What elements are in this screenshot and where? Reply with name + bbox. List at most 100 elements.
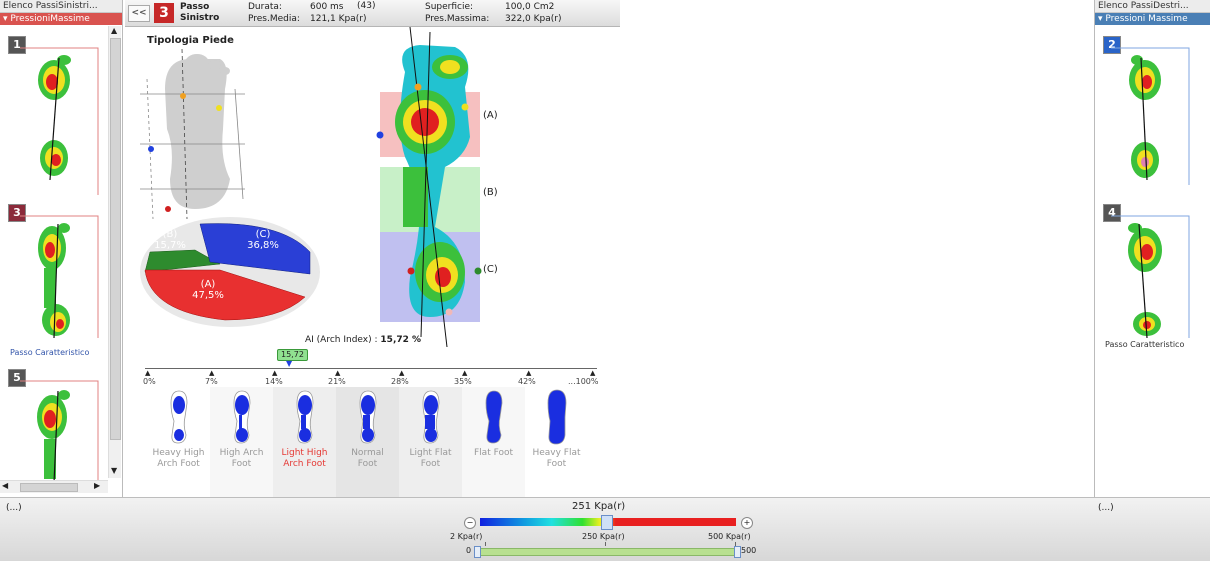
current-pressure-value: 251 Kpa(r)	[572, 501, 626, 512]
foot-type-icon	[547, 389, 567, 445]
scrollbar-thumb[interactable]	[20, 483, 78, 492]
foot-type-label-selected: Light High Arch Foot	[273, 448, 336, 470]
scroll-down-icon[interactable]: ▼	[111, 466, 117, 475]
foot-type-heavy-high-arch[interactable]: Heavy High Arch Foot	[147, 387, 210, 497]
scale-min-label: 2 Kpa(r)	[450, 532, 483, 541]
foot-type-icon	[359, 390, 377, 444]
right-step-item-2[interactable]: 2	[1099, 34, 1199, 194]
superficie-value: 100,0 Cm2	[505, 2, 555, 12]
left-horizontal-scrollbar[interactable]: ◀ ▶	[0, 480, 108, 493]
characteristic-step-label: Passo Caratteristico	[10, 348, 90, 357]
foot-type-light-high-arch[interactable]: Light High Arch Foot	[273, 387, 336, 497]
scale-label: 7%	[205, 377, 218, 386]
left-vertical-scrollbar[interactable]: ▲ ▼	[108, 26, 121, 478]
right-panel-subtitle-text: Pressioni Massime	[1105, 14, 1188, 24]
right-step-item-4[interactable]: 4 Passo Caratteristico	[1099, 202, 1209, 362]
main-analysis-area: Tipologia Piede (B) 15,7% (C) 36,8% (A) …	[125, 27, 620, 497]
left-more-dots[interactable]: (...)	[6, 503, 22, 513]
scale-mid-label: 250 Kpa(r)	[582, 532, 625, 541]
scale-max-label: 500 Kpa(r)	[708, 532, 751, 541]
scale-label: 35%	[454, 377, 472, 386]
zone-label-a: (A)	[483, 110, 498, 121]
pie-label-c-value: 36,8%	[247, 240, 279, 251]
foot-type-light-flat[interactable]: Light Flat Foot	[399, 387, 462, 497]
foot-type-label: Heavy High Arch Foot	[147, 448, 210, 470]
scale-label: 14%	[265, 377, 283, 386]
footprint-thumbnail	[20, 215, 99, 339]
scale-tick: ▲	[590, 369, 596, 377]
range-slider-left-handle[interactable]	[474, 546, 481, 558]
scroll-left-icon[interactable]: ◀	[2, 481, 8, 490]
left-panel-title[interactable]: Elenco PassiSinistri...	[0, 0, 122, 13]
scale-label: 0%	[143, 377, 156, 386]
scale-tick: ▲	[145, 369, 151, 377]
scale-tick: ▲	[209, 369, 215, 377]
foot-type-heavy-flat[interactable]: Heavy Flat Foot	[525, 387, 588, 497]
foot-type-line1: Heavy High	[152, 448, 205, 458]
range-min-label: 0	[466, 546, 472, 555]
foot-type-label: Light Flat Foot	[399, 448, 462, 470]
foot-type-icon	[296, 390, 314, 444]
foot-type-high-arch[interactable]: High Arch Foot	[210, 387, 273, 497]
pie-label-b-value: 15,7%	[154, 240, 186, 251]
foot-type-icon	[422, 390, 440, 444]
left-panel-subtitle[interactable]: ▾ PressioniMassime	[0, 13, 122, 25]
left-step-item-3[interactable]: 3 Passo Caratteristico	[4, 202, 104, 362]
left-step-item-5[interactable]: 5	[4, 367, 104, 482]
zone-label-c: (C)	[483, 264, 498, 275]
foot-type-label: High Arch Foot	[210, 448, 273, 470]
step-header: << 3 Passo Sinistro Durata: 600 ms (43) …	[125, 0, 620, 27]
footprint-thumbnail	[20, 47, 99, 195]
right-more-dots[interactable]: (...)	[1098, 503, 1114, 513]
foot-type-line2: Foot	[231, 459, 252, 469]
foot-typology-diagram	[140, 49, 245, 219]
right-panel-title[interactable]: Elenco PassiDestri...	[1095, 0, 1210, 13]
arch-index-value: 15,72 %	[380, 335, 422, 345]
step-name-line1: Passo	[180, 2, 210, 12]
foot-type-flat[interactable]: Flat Foot	[462, 387, 525, 497]
foot-type-normal[interactable]: Normal Foot	[336, 387, 399, 497]
scale-label: ...100%	[568, 377, 599, 386]
scale-label: 28%	[391, 377, 409, 386]
scale-tick	[605, 542, 606, 546]
scale-tick: ▲	[462, 369, 468, 377]
characteristic-step-label: Passo Caratteristico	[1105, 340, 1185, 349]
range-max-label: 500	[741, 546, 757, 555]
minus-icon: −	[466, 518, 474, 527]
foot-type-line1: Heavy Flat	[532, 448, 581, 458]
pie-label-a: (A) 47,5%	[183, 279, 233, 301]
range-slider-right-handle[interactable]	[734, 546, 741, 558]
zoom-in-button[interactable]: +	[741, 517, 753, 529]
scale-label: 42%	[518, 377, 536, 386]
zone-label-b: (B)	[483, 187, 498, 198]
superficie-label: Superficie:	[425, 2, 474, 12]
left-panel: Elenco PassiSinistri... ▾ PressioniMassi…	[0, 0, 123, 497]
arch-index-slider-thumb[interactable]: 15,72	[277, 349, 308, 361]
arch-index-label: AI (Arch Index) :	[305, 335, 378, 345]
pres-media-label: Pres.Media:	[248, 14, 300, 24]
pres-massima-label: Pres.Massima:	[425, 14, 490, 24]
scale-tick: ▲	[399, 369, 405, 377]
arch-index: AI (Arch Index) : 15,72 %	[305, 335, 421, 345]
zoom-out-button[interactable]: −	[464, 517, 476, 529]
range-slider-track[interactable]	[477, 548, 739, 556]
left-step-item-1[interactable]: 1	[4, 34, 104, 195]
durata-label: Durata:	[248, 2, 282, 12]
scale-tick: ▲	[272, 369, 278, 377]
scroll-right-icon[interactable]: ▶	[94, 481, 100, 490]
scale-tick: ▲	[526, 369, 532, 377]
right-panel-subtitle[interactable]: ▾ Pressioni Massime	[1095, 13, 1210, 25]
collapse-button[interactable]: <<	[128, 5, 150, 22]
pie-label-c: (C) 36,8%	[238, 229, 288, 251]
scroll-up-icon[interactable]: ▲	[111, 26, 117, 35]
scrollbar-thumb[interactable]	[110, 38, 121, 440]
foot-type-line1: High Arch	[219, 448, 264, 458]
pie-label-c-name: (C)	[255, 229, 271, 240]
color-scale-thumb[interactable]	[601, 515, 613, 530]
foot-type-line1: Flat Foot	[474, 448, 513, 458]
plus-icon: +	[743, 518, 751, 527]
step-name: Passo Sinistro	[180, 2, 219, 24]
foot-type-line2: Arch Foot	[157, 459, 200, 469]
footprint-heatmap	[376, 27, 482, 347]
foot-type-line1: Normal	[351, 448, 384, 458]
